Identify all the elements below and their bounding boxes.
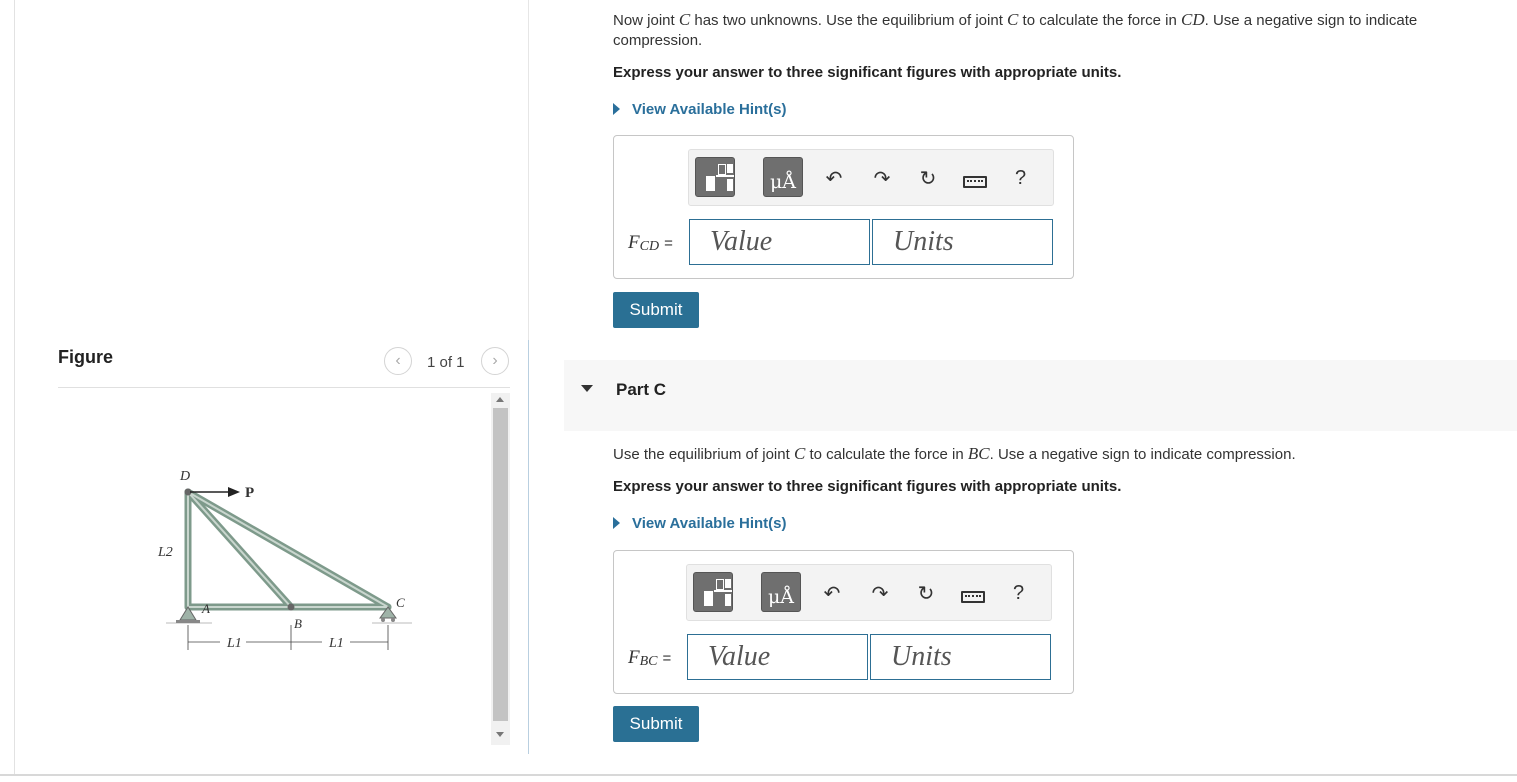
reset-icon[interactable]: ↻ [917,168,939,190]
reset-icon[interactable]: ↻ [915,583,937,605]
part-c-instruction: Express your answer to three significant… [613,478,1122,495]
keyboard-icon[interactable] [963,176,987,188]
units-input[interactable]: Units [870,634,1051,680]
answer-label-fcd: FCD = [628,232,673,254]
keyboard-icon[interactable] [961,591,985,603]
label-l1-left: L1 [226,636,242,651]
expand-triangle-icon [613,103,620,115]
part-c-header[interactable]: Part C [564,360,1517,431]
panel-bottom-border [0,774,1517,776]
answer-label-fbc: FBC = [628,647,672,669]
truss-figure: D A B C L2 L1 L1 P [150,460,420,665]
templates-button[interactable] [695,157,735,197]
part-b-hint-link[interactable]: View Available Hint(s) [613,101,787,118]
value-input[interactable]: Value [689,219,870,265]
label-p: P [245,485,254,501]
undo-icon[interactable]: ↶ [823,168,845,190]
figure-title: Figure [58,347,114,367]
part-c-hint-link[interactable]: View Available Hint(s) [613,515,787,532]
label-l1-right: L1 [328,636,344,651]
redo-icon[interactable]: ↷ [871,168,893,190]
part-b-instruction: Express your answer to three significant… [613,64,1122,81]
expand-triangle-icon [613,517,620,529]
scroll-up-arrow-icon[interactable] [496,397,504,402]
templates-button[interactable] [693,572,733,612]
figure-pager: 1 of 1 [427,354,465,371]
units-input[interactable]: Units [872,219,1053,265]
figure-rule [58,387,510,388]
scroll-thumb[interactable] [493,408,508,721]
units-button[interactable]: μÅ [763,157,803,197]
joint-b [287,603,295,611]
math-toolbar: μÅ ↶ ↷ ↻ ? [688,149,1054,206]
prev-figure-button[interactable]: ‹ [384,347,412,375]
help-icon[interactable]: ? [1013,582,1024,605]
panel-left-border [14,0,15,776]
collapse-triangle-icon [581,385,593,392]
undo-icon[interactable]: ↶ [821,583,843,605]
math-toolbar: μÅ ↶ ↷ ↻ ? [686,564,1052,621]
value-input[interactable]: Value [687,634,868,680]
label-l2: L2 [157,545,173,560]
part-b-prompt: Now joint C has two unknowns. Use the eq… [613,10,1418,49]
part-b-submit-button[interactable]: Submit [613,292,699,328]
part-c-submit-button[interactable]: Submit [613,706,699,742]
next-figure-button[interactable]: › [481,347,509,375]
units-button[interactable]: μÅ [761,572,801,612]
part-c-answer-box: μÅ ↶ ↷ ↻ ? FBC = Value Units [613,550,1074,694]
label-d: D [179,469,190,484]
column-divider-highlight [528,340,529,754]
part-c-title: Part C [616,380,667,399]
figure-scrollbar[interactable] [491,393,510,745]
redo-icon[interactable]: ↷ [869,583,891,605]
label-a: A [201,601,210,616]
part-c-prompt: Use the equilibrium of joint C to calcul… [613,444,1296,463]
part-b-answer-box: μÅ ↶ ↷ ↻ ? FCD = Value Units [613,135,1074,279]
label-c: C [396,595,405,610]
column-divider [528,0,529,340]
scroll-down-arrow-icon[interactable] [496,732,504,737]
label-b: B [294,616,302,631]
help-icon[interactable]: ? [1015,167,1026,190]
